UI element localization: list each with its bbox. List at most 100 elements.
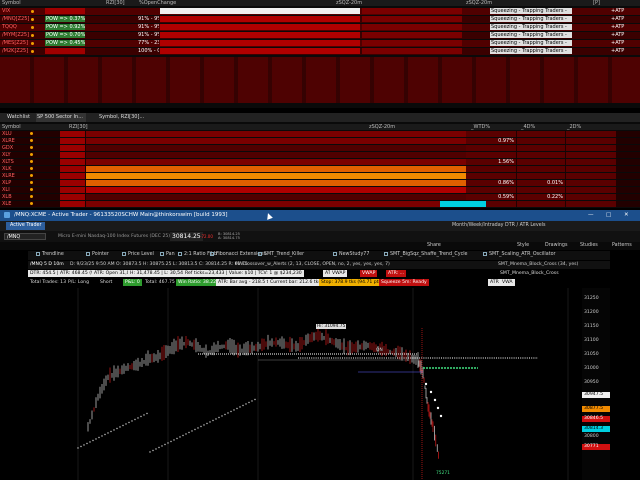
mid-hdr-symbol[interactable]: Symbol bbox=[1, 124, 51, 130]
drawing-tool-smt-trend-killer[interactable]: SMT_Trend_Killer bbox=[258, 251, 304, 258]
sector-row[interactable]: XLK bbox=[0, 166, 640, 172]
sector-row[interactable]: XLRE bbox=[0, 173, 640, 179]
arrow-marker bbox=[433, 398, 437, 402]
price-axis-label: 30950 bbox=[584, 380, 599, 385]
sector-symbol: XLE bbox=[2, 201, 12, 207]
drawing-tool-smt-bigsqz-shaffe-trend-cycle[interactable]: SMT_BigSqz_Shaffe_Trend_Cycle bbox=[384, 251, 468, 258]
layout-label[interactable]: Month/Week/Intraday DTR / ATR Levels bbox=[452, 222, 546, 230]
row-pow: POW => 0.70% bbox=[45, 32, 85, 38]
sector-rzi bbox=[60, 152, 85, 158]
drawing-tool-price-level[interactable]: Price Level bbox=[122, 251, 154, 258]
row-status: Squeezing - Trapping Traders - bbox=[490, 8, 572, 14]
row-tag: +ATP bbox=[611, 24, 625, 30]
hdr-symbol[interactable]: Symbol bbox=[1, 0, 61, 6]
hdr-zsqz[interactable]: zSQZ-20m bbox=[335, 0, 385, 6]
trail-dot bbox=[182, 434, 184, 437]
watchlist-row[interactable]: TQQQ POW => 0.92% 91% - 9% Squeezing - Trap… bbox=[0, 24, 640, 31]
trail-dot bbox=[110, 430, 112, 433]
chart-symbol-timeframe[interactable]: /MNQ 5 D 10m bbox=[28, 261, 66, 268]
sector-dot-icon bbox=[30, 160, 33, 163]
trail-dot bbox=[119, 426, 121, 428]
drawing-tool-newstudy77[interactable]: NewStudy77 bbox=[333, 251, 369, 258]
share-button[interactable]: Share bbox=[427, 242, 441, 249]
sector-2d bbox=[566, 194, 616, 200]
drawing-tool-pointer[interactable]: Pointer bbox=[86, 251, 109, 258]
patterns-button[interactable]: Patterns bbox=[612, 242, 632, 249]
sector-row[interactable]: XLTS 1.56% bbox=[0, 159, 640, 165]
arrow-marker bbox=[429, 390, 433, 394]
trail-dot bbox=[125, 423, 127, 425]
style-button[interactable]: Style bbox=[517, 242, 529, 249]
sector-wtd: 0.97% bbox=[466, 138, 516, 144]
watchlist-row[interactable]: /MNQ[Z25] POW => 0.37% 91% - 9% Squeezing -… bbox=[0, 16, 640, 23]
sector-rzi bbox=[60, 201, 85, 207]
hdr-openchange[interactable]: %OpenChange bbox=[138, 0, 188, 6]
window-titlebar[interactable]: /MNQ:XCME - Active Trader - 96133520SCHW… bbox=[0, 210, 640, 221]
sector-row[interactable]: XLE bbox=[0, 201, 640, 207]
watchlist-tab[interactable]: Watchlist bbox=[6, 113, 36, 122]
sector-bar bbox=[86, 145, 466, 151]
close-icon[interactable]: ✕ bbox=[624, 210, 629, 221]
sector-2d bbox=[566, 201, 616, 207]
study-tag: VWAP bbox=[360, 270, 378, 277]
price-chart[interactable]: 31250 31200 31150 31100 31050 31000 30950 30947… bbox=[28, 288, 610, 480]
studies-button[interactable]: Studies bbox=[580, 242, 598, 249]
watchlist-row[interactable]: VIX Squeezing - Trapping Traders - +ATP bbox=[0, 8, 640, 15]
sector-row[interactable]: XLRE 0.97% bbox=[0, 138, 640, 144]
study-row-1: DTR: 454.5 | ATR: 468.45 (97%) ATR: Open … bbox=[28, 270, 610, 278]
watchlist-symbol-col[interactable]: Symbol, RZI[30]... bbox=[98, 113, 158, 122]
study-tag: ATR: ... bbox=[386, 270, 407, 277]
tool-icon bbox=[258, 251, 262, 256]
mid-hdr-wtd[interactable]: _WTD% bbox=[470, 124, 510, 130]
tool-label: NewStudy77 bbox=[339, 252, 370, 257]
sector-row[interactable]: XLY bbox=[0, 152, 640, 158]
tab-active-trader[interactable]: Active Trader bbox=[6, 222, 46, 230]
hdr-p[interactable]: [P] bbox=[592, 0, 612, 6]
chart-action-bar: Share Style Drawings Studies Patterns bbox=[0, 242, 640, 250]
study-tag: SMT_Mnema_Block_Cross bbox=[500, 271, 559, 276]
sector-row[interactable]: XLP 0.86% 0.01% bbox=[0, 180, 640, 186]
mid-hdr-2d[interactable]: _2D% bbox=[566, 124, 596, 130]
price-axis-label: 31150 bbox=[584, 324, 599, 329]
chart-right-tag: SMT_Mnema_Block_Cross (34, yes) bbox=[498, 262, 579, 267]
sector-row[interactable]: XLU bbox=[0, 131, 640, 137]
price-axis-label: 31000 bbox=[584, 366, 599, 371]
trail-dot bbox=[86, 442, 88, 445]
hdr-zsqz-2[interactable]: zSQZ-20m bbox=[465, 0, 515, 6]
sector-row[interactable]: GDX bbox=[0, 145, 640, 151]
trail-dot bbox=[164, 443, 166, 446]
low-label: 75271 bbox=[436, 471, 450, 476]
watchlist-row[interactable]: /MYM[Z25] POW => 0.70% 91% - 9% Squeezing -… bbox=[0, 32, 640, 39]
sector-bar bbox=[86, 173, 466, 179]
trail-dot bbox=[236, 407, 238, 410]
mid-hdr-rzi[interactable]: RZI[30] bbox=[68, 124, 108, 130]
trail-dot bbox=[143, 414, 145, 416]
watchlist-row[interactable]: /M2K[Z25] 100% - 0% Squeezing - Trapping T… bbox=[0, 48, 640, 55]
drawings-button[interactable]: Drawings bbox=[545, 242, 567, 249]
watchlist-name-select[interactable]: SP 500 Sector In... bbox=[36, 113, 86, 122]
drawing-tool-trendline[interactable]: Trendline bbox=[36, 251, 64, 258]
chart-plot[interactable] bbox=[28, 288, 582, 480]
sector-dot-icon bbox=[30, 146, 33, 149]
price-axis-label: 31250 bbox=[584, 296, 599, 301]
drawing-tool-pan[interactable]: Pan bbox=[160, 251, 175, 258]
drawing-tool-smt-scaling-atr-oscillator[interactable]: SMT_Scaling_ATR_Oscillator bbox=[483, 251, 556, 258]
trail-dot bbox=[224, 413, 226, 416]
sector-row[interactable]: XLB 0.59% 0.22% bbox=[0, 194, 640, 200]
trail-dot bbox=[116, 427, 118, 430]
trail-dot bbox=[107, 432, 109, 434]
row-split: 91% - 9% bbox=[138, 32, 159, 38]
mid-hdr-4d[interactable]: _4D% bbox=[520, 124, 550, 130]
row-alert-icon bbox=[31, 26, 34, 29]
watchlist-row[interactable]: /MES[Z25] POW => 0.45% 77% - 23% Squeezing … bbox=[0, 40, 640, 47]
symbol-input[interactable]: /MNQ bbox=[4, 233, 46, 240]
maximize-icon[interactable]: □ bbox=[606, 210, 611, 221]
top-watchlist: Symbol RZI[30] %OpenChange zSQZ-20m zSQZ… bbox=[0, 0, 640, 108]
minimize-icon[interactable]: — bbox=[588, 210, 594, 221]
sector-4d: 0.22% bbox=[517, 194, 565, 200]
sector-rzi bbox=[60, 131, 85, 137]
mid-hdr-zsqz[interactable]: zSQZ-20m bbox=[368, 124, 418, 130]
price-axis-label: 30947.5 bbox=[582, 392, 610, 398]
sector-row[interactable]: XLI bbox=[0, 187, 640, 193]
arrow-marker bbox=[436, 406, 440, 410]
